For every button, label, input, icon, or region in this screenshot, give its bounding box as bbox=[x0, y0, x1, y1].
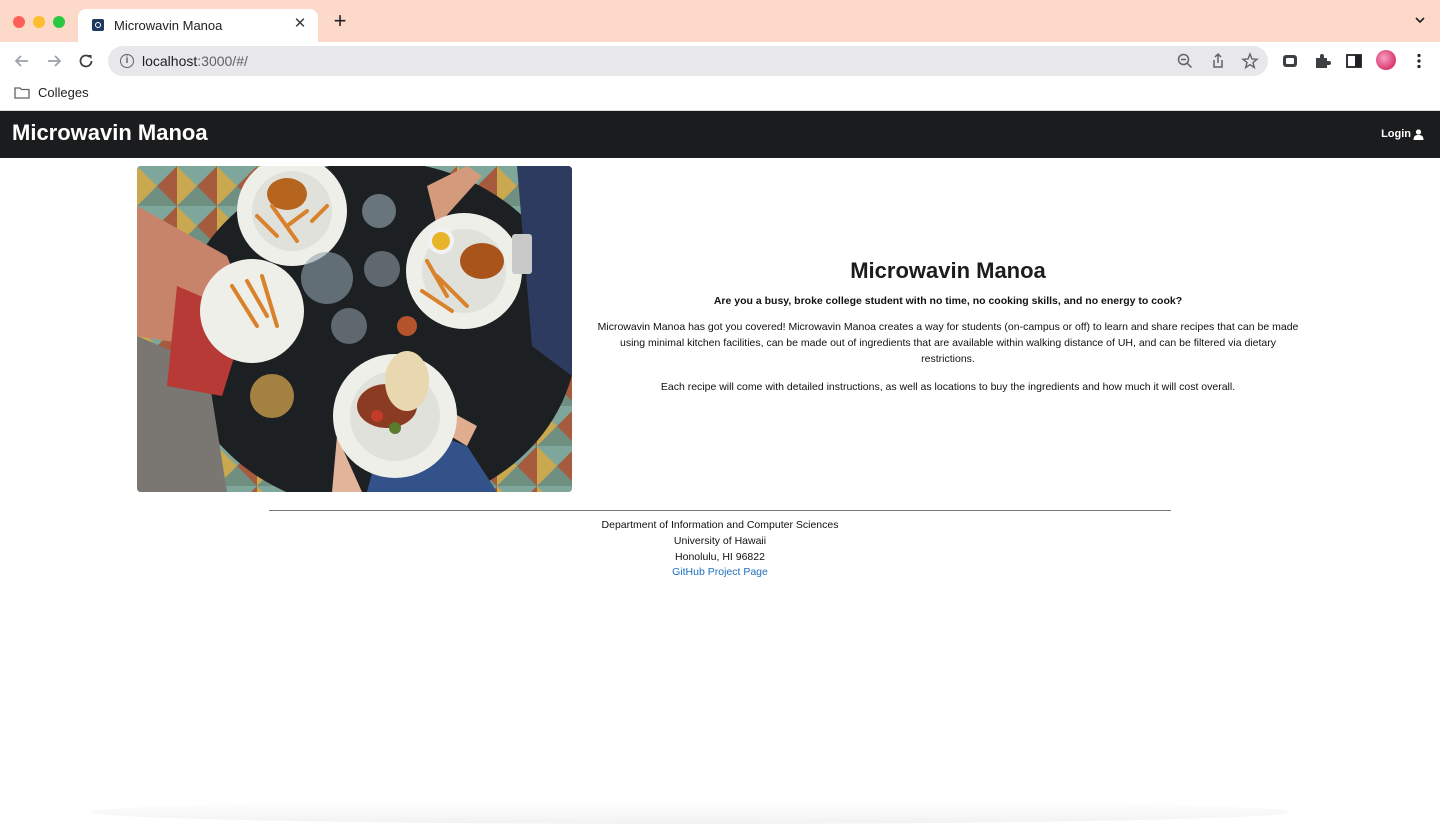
window-bottom-shadow bbox=[90, 800, 1290, 824]
browser-tabstrip: Microwavin Manoa ✕ + bbox=[0, 0, 1440, 42]
maximize-window-button[interactable] bbox=[53, 16, 65, 28]
back-arrow-icon[interactable] bbox=[12, 51, 32, 71]
footer-department: Department of Information and Computer S… bbox=[601, 519, 839, 531]
reload-icon[interactable] bbox=[76, 51, 96, 71]
landing-paragraph-2: Each recipe will come with detailed inst… bbox=[660, 381, 1236, 393]
footer-university: University of Hawaii bbox=[673, 534, 767, 547]
login-dropdown[interactable]: Login bbox=[1381, 128, 1424, 140]
footer: Department of Information and Computer S… bbox=[269, 518, 1171, 581]
close-window-button[interactable] bbox=[13, 16, 25, 28]
share-icon[interactable] bbox=[1209, 52, 1227, 70]
browser-menu-icon[interactable] bbox=[1410, 52, 1428, 70]
favicon-icon bbox=[92, 19, 104, 31]
address-bar[interactable]: i localhost:3000/#/ bbox=[108, 46, 1268, 76]
browser-tab-active[interactable]: Microwavin Manoa ✕ bbox=[78, 9, 318, 42]
url-text[interactable]: localhost:3000/#/ bbox=[142, 53, 248, 69]
bookmark-star-icon[interactable] bbox=[1241, 52, 1259, 70]
footer-divider bbox=[269, 510, 1171, 511]
landing-subtitle: Are you a busy, broke college student wi… bbox=[713, 295, 1183, 307]
navbar-brand[interactable]: Microwavin Manoa bbox=[12, 120, 208, 146]
forward-arrow-icon[interactable] bbox=[44, 51, 64, 71]
profile-avatar[interactable] bbox=[1376, 50, 1396, 70]
tab-search-chevron-icon[interactable] bbox=[1414, 14, 1426, 26]
url-host: localhost bbox=[142, 53, 198, 69]
user-icon bbox=[1413, 128, 1424, 140]
extension-app-icon[interactable] bbox=[1281, 52, 1299, 70]
landing-content: Microwavin Manoa Are you a busy, broke c… bbox=[594, 258, 1302, 407]
url-path: :3000/#/ bbox=[197, 53, 248, 69]
new-tab-button[interactable]: + bbox=[330, 10, 350, 32]
minimize-window-button[interactable] bbox=[33, 16, 45, 28]
github-project-link[interactable]: GitHub Project Page bbox=[672, 566, 768, 578]
tab-close-icon[interactable]: ✕ bbox=[292, 16, 308, 32]
landing-paragraph-1: Microwavin Manoa has got you covered! Mi… bbox=[597, 321, 1299, 365]
app-navbar: Microwavin Manoa Login bbox=[0, 111, 1440, 158]
landing-title: Microwavin Manoa bbox=[850, 258, 1046, 283]
tab-title: Microwavin Manoa bbox=[114, 18, 223, 33]
bookmark-colleges[interactable]: Colleges bbox=[38, 85, 89, 100]
hero-food-image bbox=[137, 166, 572, 492]
footer-address: Honolulu, HI 96822 bbox=[675, 550, 765, 563]
side-panel-icon[interactable] bbox=[1345, 52, 1363, 70]
site-info-icon[interactable]: i bbox=[120, 54, 134, 68]
folder-icon bbox=[14, 87, 30, 99]
extensions-puzzle-icon[interactable] bbox=[1313, 52, 1331, 70]
login-label: Login bbox=[1381, 128, 1411, 140]
zoom-out-icon[interactable] bbox=[1176, 52, 1194, 70]
food-table-photo bbox=[137, 166, 572, 492]
bookmarks-bar: Colleges bbox=[0, 80, 1440, 111]
browser-toolbar: i localhost:3000/#/ bbox=[0, 42, 1440, 80]
